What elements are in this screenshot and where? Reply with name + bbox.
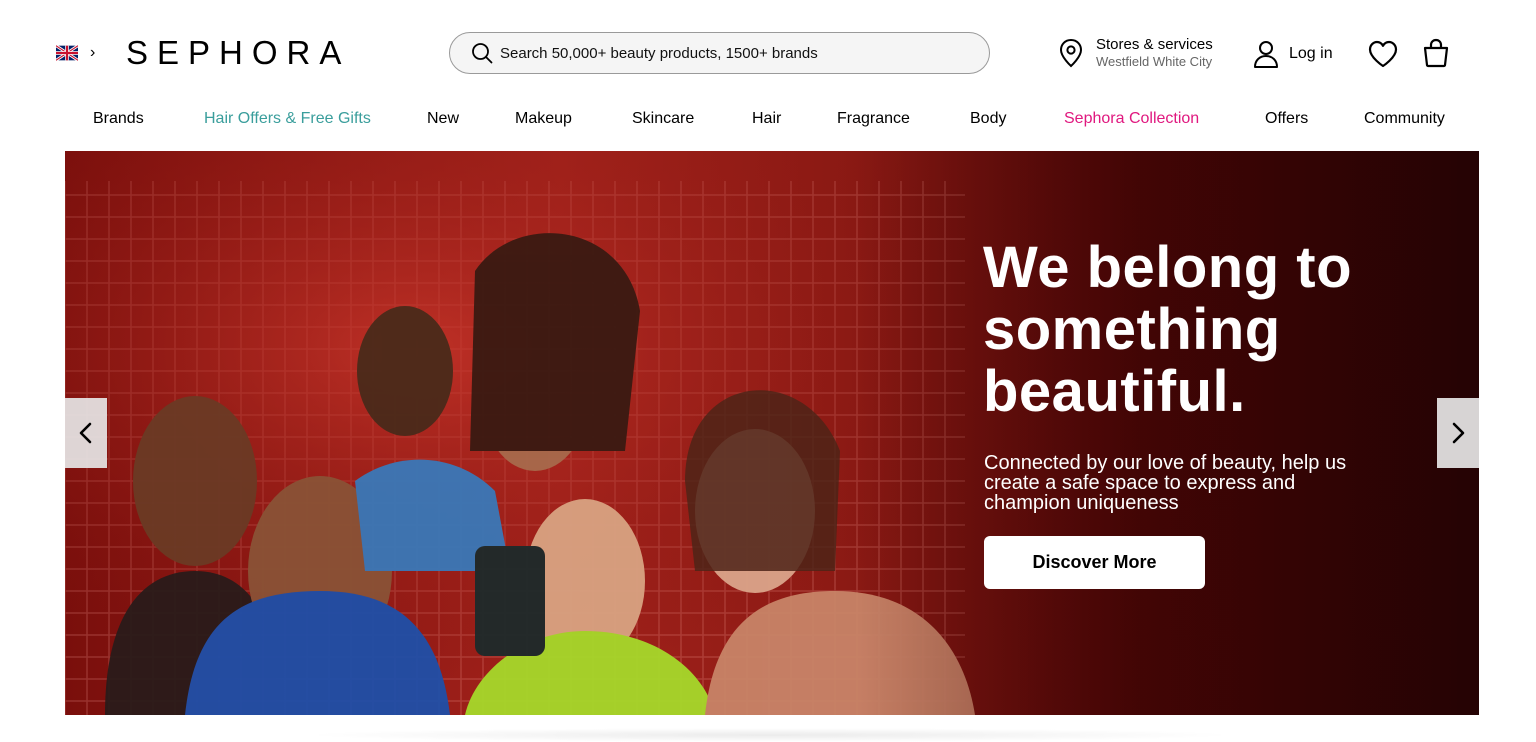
content-divider [300, 728, 1240, 742]
nav-item-sephora-collection[interactable]: Sephora Collection [1064, 110, 1199, 128]
login-link[interactable]: Log in [1253, 40, 1333, 68]
discover-more-button[interactable]: Discover More [984, 536, 1205, 589]
user-icon [1254, 41, 1278, 68]
hero-banner[interactable]: We belong to something beautiful. Connec… [65, 151, 1479, 715]
nav-item-community[interactable]: Community [1364, 110, 1445, 128]
search-icon [472, 43, 493, 64]
carousel-next-button[interactable] [1437, 398, 1479, 468]
locale-selector[interactable]: › [56, 45, 95, 61]
main-nav: Brands Hair Offers & Free Gifts New Make… [0, 110, 1536, 132]
chevron-right-icon [1452, 422, 1465, 444]
hero-subtitle: Connected by our love of beauty, help us… [984, 452, 1347, 514]
uk-flag-icon [56, 45, 78, 61]
nav-item-fragrance[interactable]: Fragrance [837, 110, 910, 128]
heart-icon[interactable] [1368, 40, 1398, 68]
nav-item-hair-offers[interactable]: Hair Offers & Free Gifts [204, 110, 371, 128]
nav-item-body[interactable]: Body [970, 110, 1006, 128]
sephora-logo[interactable]: SEPHORA [126, 34, 350, 72]
nav-item-new[interactable]: New [427, 110, 459, 128]
hero-title: We belong to something beautiful. [983, 235, 1353, 424]
nav-item-hair[interactable]: Hair [752, 110, 781, 128]
nav-item-brands[interactable]: Brands [93, 110, 144, 128]
nav-item-skincare[interactable]: Skincare [632, 110, 694, 128]
chevron-right-icon: › [90, 44, 96, 61]
carousel-prev-button[interactable] [65, 398, 107, 468]
nav-item-offers[interactable]: Offers [1265, 110, 1308, 128]
chevron-left-icon [79, 422, 92, 444]
search-input[interactable] [498, 43, 982, 63]
location-pin-icon [1059, 38, 1083, 68]
site-header: › SEPHORA Stores & services Westfield Wh… [0, 0, 1536, 100]
shopping-bag-icon[interactable] [1422, 38, 1450, 68]
stores-services-link[interactable]: Stores & services Westfield White City [1058, 36, 1213, 70]
nav-item-makeup[interactable]: Makeup [515, 110, 572, 128]
login-label: Log in [1289, 45, 1333, 62]
stores-title: Stores & services [1096, 36, 1213, 53]
search-bar[interactable] [449, 32, 990, 74]
store-location: Westfield White City [1096, 54, 1213, 69]
